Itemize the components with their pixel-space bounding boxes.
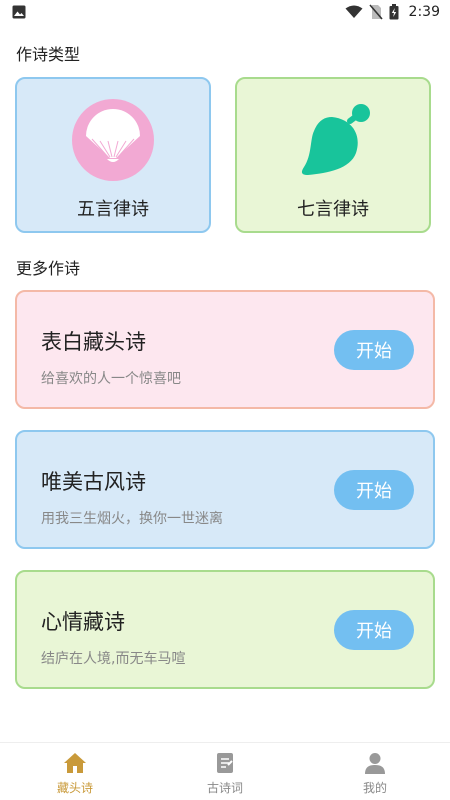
poem-type-label: 七言律诗 <box>297 199 369 220</box>
more-item-subtitle: 给喜欢的人一个惊喜吧 <box>41 371 181 387</box>
bottom-tab-bar: 藏头诗 古诗词 我的 <box>0 742 450 800</box>
start-button[interactable]: 开始 <box>334 470 414 510</box>
more-item-mood-hidden[interactable]: 心情藏诗 结庐在人境,而无车马喧 开始 <box>15 570 435 689</box>
more-poems-title: 更多作诗 <box>16 259 81 278</box>
more-item-ancient-style[interactable]: 唯美古风诗 用我三生烟火，换你一世迷离 开始 <box>15 430 435 549</box>
more-item-subtitle: 结庐在人境,而无车马喧 <box>41 651 186 667</box>
tab-label: 我的 <box>362 781 387 795</box>
poem-types-title: 作诗类型 <box>16 45 81 64</box>
document-icon <box>217 753 233 773</box>
tab-label: 藏头诗 <box>56 781 93 795</box>
clock: 2:39 <box>408 4 440 20</box>
home-icon <box>64 753 86 773</box>
more-item-subtitle: 用我三生烟火，换你一世迷离 <box>41 511 223 527</box>
poem-type-label: 五言律诗 <box>77 199 149 220</box>
tab-mine[interactable]: 我的 <box>300 743 450 800</box>
tab-label: 古诗词 <box>206 781 243 795</box>
more-item-confession-acrostic[interactable]: 表白藏头诗 给喜欢的人一个惊喜吧 开始 <box>15 290 435 409</box>
tab-classic-poems[interactable]: 古诗词 <box>150 743 300 800</box>
more-item-title: 表白藏头诗 <box>41 330 146 354</box>
more-item-title: 唯美古风诗 <box>41 470 146 494</box>
battery-charging-icon <box>389 4 399 20</box>
wifi-icon <box>345 5 363 18</box>
poem-type-card-seven-char[interactable]: 七言律诗 <box>235 77 431 233</box>
status-bar: 2:39 <box>0 0 450 24</box>
tab-acrostic[interactable]: 藏头诗 <box>0 743 150 800</box>
leaf-icon <box>301 104 370 175</box>
start-button[interactable]: 开始 <box>334 330 414 370</box>
start-button[interactable]: 开始 <box>334 610 414 650</box>
no-sim-icon <box>368 4 383 20</box>
image-notification-icon <box>12 5 26 19</box>
folding-fan-icon <box>72 99 154 181</box>
poem-type-card-five-char[interactable]: 五言律诗 <box>15 77 211 233</box>
more-item-title: 心情藏诗 <box>41 610 125 634</box>
user-icon <box>365 753 385 774</box>
